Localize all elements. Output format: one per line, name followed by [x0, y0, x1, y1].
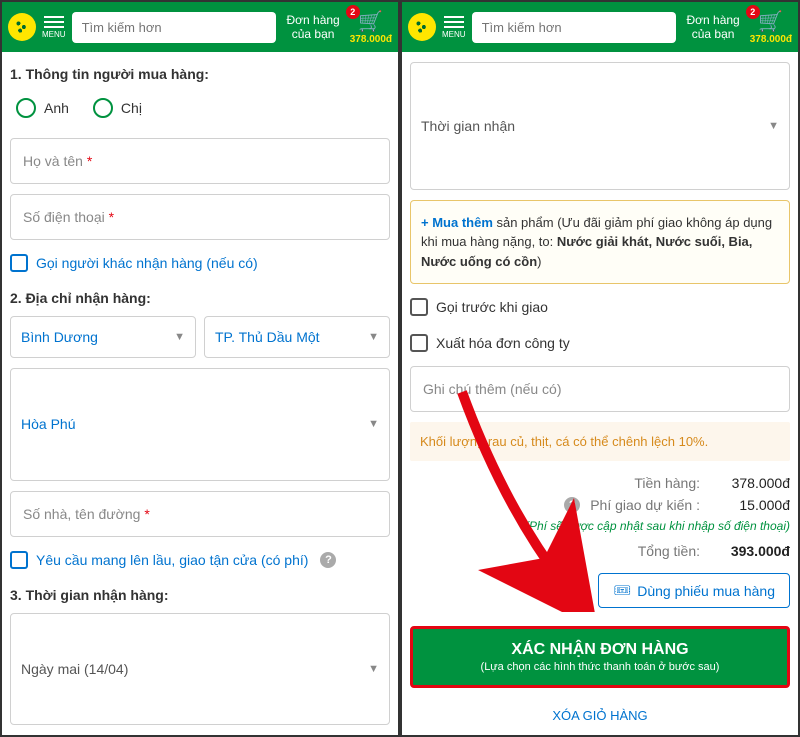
app-header: MENU Đơn hàng của bạn 2 🛒 378.000đ [402, 2, 798, 52]
menu-label: MENU [442, 30, 466, 39]
screen-checkout-step2: MENU Đơn hàng của bạn 2 🛒 378.000đ Thời … [400, 0, 800, 737]
radio-icon [16, 98, 36, 118]
chevron-down-icon: ▼ [368, 331, 379, 343]
radio-icon [93, 98, 113, 118]
other-receiver-label: Gọi người khác nhận hàng (nếu có) [36, 255, 258, 271]
ticket-icon: 🎟 [613, 582, 631, 599]
checkbox-icon [410, 298, 428, 316]
cart-total: 378.000đ [750, 34, 792, 45]
promo-notice: + Mua thêm sản phẩm (Ưu đãi giảm phí gia… [410, 200, 790, 285]
total-value: 393.000đ [710, 543, 790, 559]
my-orders-link[interactable]: Đơn hàng của bạn [682, 13, 743, 42]
my-orders-link[interactable]: Đơn hàng của bạn [282, 13, 343, 42]
search-input[interactable] [472, 12, 677, 43]
province-city-row: Bình Dương ▼ TP. Thủ Dầu Một ▼ [10, 316, 390, 358]
shipping-label: Phí giao dự kiến : [590, 497, 700, 513]
chevron-down-icon: ▼ [768, 120, 779, 132]
menu-button[interactable]: MENU [42, 16, 66, 39]
cart-badge: 2 [746, 5, 760, 19]
floor-service-row[interactable]: Yêu cầu mang lên lầu, giao tận cửa (có p… [10, 551, 390, 569]
section-address-title: 2. Địa chỉ nhận hàng: [10, 290, 390, 306]
cart-total: 378.000đ [350, 34, 392, 45]
cart-icon: 🛒 [758, 9, 783, 34]
help-icon[interactable]: ? [320, 552, 336, 568]
call-before-row[interactable]: Gọi trước khi giao [410, 298, 790, 316]
goods-cost-label: Tiền hàng: [634, 475, 700, 491]
search-box [472, 12, 677, 43]
company-invoice-row[interactable]: Xuất hóa đơn công ty [410, 334, 790, 352]
form-content-left: 1. Thông tin người mua hàng: Anh Chị Họ … [2, 52, 398, 735]
date-select[interactable]: Ngày mai (14/04) ▼ [10, 613, 390, 726]
cart-button[interactable]: 2 🛒 378.000đ [750, 9, 792, 45]
shipping-note: (Phí sẽ được cập nhật sau khi nhập số đi… [410, 519, 790, 533]
radio-chi[interactable]: Chị [93, 98, 142, 118]
help-icon[interactable]: ? [564, 497, 580, 513]
radio-anh[interactable]: Anh [16, 98, 69, 118]
hamburger-icon [444, 16, 464, 28]
street-field[interactable]: Số nhà, tên đường * [10, 491, 390, 537]
clear-cart-link[interactable]: XÓA GIỎ HÀNG [410, 698, 790, 725]
phone-field[interactable]: Số điện thoại * [10, 194, 390, 240]
checkbox-icon [410, 334, 428, 352]
order-summary: Tiền hàng: 378.000đ ? Phí giao dự kiến :… [410, 475, 790, 559]
goods-cost-value: 378.000đ [710, 475, 790, 491]
menu-button[interactable]: MENU [442, 16, 466, 39]
menu-label: MENU [42, 30, 66, 39]
form-content-right: Thời gian nhận ▼ + Mua thêm sản phẩm (Ưu… [402, 52, 798, 735]
total-label: Tổng tiền: [638, 543, 700, 559]
weight-disclaimer: Khối lượng rau củ, thịt, cá có thể chênh… [410, 422, 790, 461]
shipping-value: 15.000đ [710, 497, 790, 513]
app-header: MENU Đơn hàng của bạn 2 🛒 378.000đ [2, 2, 398, 52]
city-select[interactable]: TP. Thủ Dầu Một ▼ [204, 316, 390, 358]
province-select[interactable]: Bình Dương ▼ [10, 316, 196, 358]
other-receiver-row[interactable]: Gọi người khác nhận hàng (nếu có) [10, 254, 390, 272]
buy-more-link[interactable]: + Mua thêm [421, 215, 493, 230]
gender-radio-group: Anh Chị [16, 98, 390, 118]
section-time-title: 3. Thời gian nhận hàng: [10, 587, 390, 603]
chevron-down-icon: ▼ [174, 331, 185, 343]
checkbox-icon [10, 254, 28, 272]
cart-button[interactable]: 2 🛒 378.000đ [350, 9, 392, 45]
store-logo-icon[interactable] [408, 13, 436, 41]
chevron-down-icon: ▼ [368, 663, 379, 675]
fullname-field[interactable]: Họ và tên * [10, 138, 390, 184]
ward-select[interactable]: Hòa Phú ▼ [10, 368, 390, 481]
voucher-button[interactable]: 🎟 Dùng phiếu mua hàng [598, 573, 790, 608]
confirm-order-button[interactable]: XÁC NHẬN ĐƠN HÀNG (Lựa chọn các hình thứ… [410, 626, 790, 688]
chevron-down-icon: ▼ [368, 418, 379, 430]
screen-checkout-step1: MENU Đơn hàng của bạn 2 🛒 378.000đ 1. Th… [0, 0, 400, 737]
search-box [72, 12, 277, 43]
floor-service-label: Yêu cầu mang lên lầu, giao tận cửa (có p… [36, 552, 308, 568]
cart-icon: 🛒 [358, 9, 383, 34]
cart-badge: 2 [346, 5, 360, 19]
search-input[interactable] [72, 12, 277, 43]
extra-note-field[interactable]: Ghi chú thêm (nếu có) [410, 366, 790, 412]
section-buyer-info-title: 1. Thông tin người mua hàng: [10, 66, 390, 82]
checkbox-icon [10, 551, 28, 569]
store-logo-icon[interactable] [8, 13, 36, 41]
time-select[interactable]: Thời gian nhận ▼ [410, 62, 790, 190]
hamburger-icon [44, 16, 64, 28]
